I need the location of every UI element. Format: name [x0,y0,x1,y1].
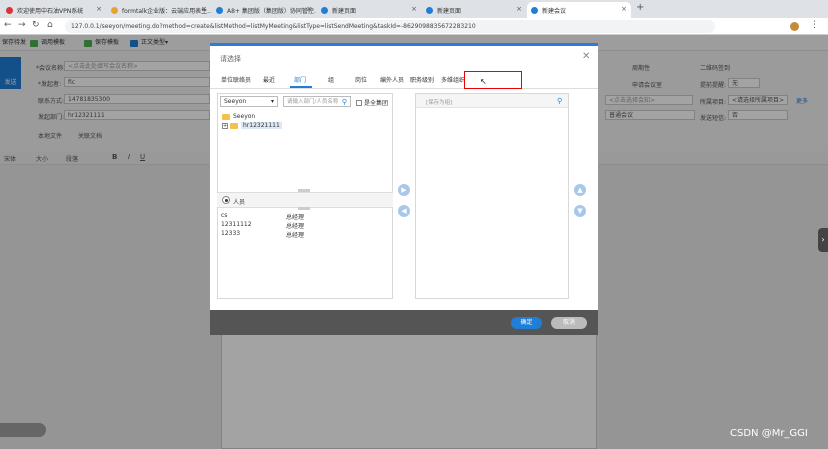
close-icon[interactable]: ✕ [582,51,590,62]
bottom-tool-strip[interactable] [0,423,46,437]
tab-recent[interactable]: 最近 [263,75,275,84]
url-input[interactable]: 127.0.0.1/seeyon/meeting.do?method=creat… [65,20,715,33]
tab-external[interactable]: 编外人员 [380,75,404,84]
home-icon[interactable]: ⌂ [47,20,53,30]
side-expand-icon[interactable]: › [818,228,828,252]
menu-icon[interactable]: ⋮ [810,20,819,30]
cancel-button[interactable]: 取消 [551,317,587,329]
mouse-cursor-icon: ↖ [480,77,487,86]
reload-icon[interactable]: ↻ [32,20,40,30]
browser-tab-bar: 欢迎使用中石油VPN系统 × formtalk企业版：云端应用表生… × A8+ 集… [0,0,828,18]
tree-node[interactable]: + hr12321111 [222,122,282,129]
browser-tab[interactable]: formtalk企业版：云端应用表生… × [107,2,211,18]
person-row[interactable]: cs 总经理 [221,212,311,221]
folder-icon [230,122,238,129]
browser-tab[interactable]: A8+ 集团版（集团版）协同管控… × [212,2,316,18]
tab-post[interactable]: 岗位 [355,75,367,84]
move-down-icon[interactable]: ▼ [574,205,586,217]
tab-close-icon[interactable]: × [516,5,522,13]
all-group-checkbox[interactable]: 是全集团 [356,98,388,107]
tab-favicon-icon [111,6,118,14]
resize-grip[interactable] [298,207,310,210]
ok-button[interactable]: 确定 [511,317,542,329]
checkbox-icon[interactable] [356,99,362,106]
persons-radio[interactable] [222,196,230,204]
dialog-title: 请选择 [220,55,241,63]
tab-level[interactable]: 职务级别 [410,75,434,84]
selected-panel [415,93,569,299]
forward-icon[interactable]: → [18,20,26,30]
search-icon[interactable]: ⚲ [557,97,562,105]
tab-multi-org[interactable]: 多维组织 [441,75,465,84]
chevron-down-icon: ▾ [270,98,274,105]
browser-tab[interactable]: 欢迎使用中石油VPN系统 × [2,2,106,18]
tab-close-icon[interactable]: × [306,5,312,13]
tab-close-icon[interactable]: × [621,5,627,13]
tab-close-icon[interactable]: × [201,5,207,13]
browser-tab[interactable]: 新建页面 × [422,2,526,18]
person-row[interactable]: 12311112 总经理 [221,221,311,230]
tab-favicon-icon [6,6,13,14]
tab-favicon-icon [531,6,538,14]
expand-icon[interactable]: + [222,122,228,129]
tab-group[interactable]: 组 [328,75,334,84]
search-input[interactable]: 请输入部门/人员名称 ⚲ [283,96,351,107]
select-dialog: 请选择 ✕ 单位联络员 最近 部门 组 岗位 编外人员 职务级别 多维组织 ↖ … [210,43,598,335]
folder-icon [222,113,230,120]
search-icon[interactable]: ⚲ [342,97,347,107]
org-select[interactable]: Seeyon ▾ [220,96,278,107]
person-row[interactable]: 12333 总经理 [221,230,311,239]
add-right-icon[interactable]: ▶ [398,184,410,196]
tab-close-icon[interactable]: × [411,5,417,13]
move-up-icon[interactable]: ▲ [574,184,586,196]
new-tab-icon[interactable]: + [636,2,644,13]
tab-contact[interactable]: 单位联络员 [221,75,251,84]
watermark: CSDN @Mr_GGI [730,428,808,439]
back-icon[interactable]: ← [4,20,12,30]
tab-close-icon[interactable]: × [96,5,102,13]
tab-favicon-icon [426,6,433,14]
save-as-group-link[interactable]: [保存为组] [426,98,452,106]
avatar[interactable] [790,22,799,31]
browser-tab[interactable]: 新建页面 × [317,2,421,18]
remove-left-icon[interactable]: ◀ [398,205,410,217]
highlight-box [464,71,522,89]
browser-tab-active[interactable]: 新建会议 × [527,2,631,18]
tree-node[interactable]: Seeyon [222,113,255,120]
persons-label: 人员 [233,199,246,206]
tab-department[interactable]: 部门 [294,75,306,84]
tab-favicon-icon [216,6,223,14]
active-tab-indicator [290,86,312,88]
tab-divider [210,88,598,89]
tab-favicon-icon [321,6,328,14]
